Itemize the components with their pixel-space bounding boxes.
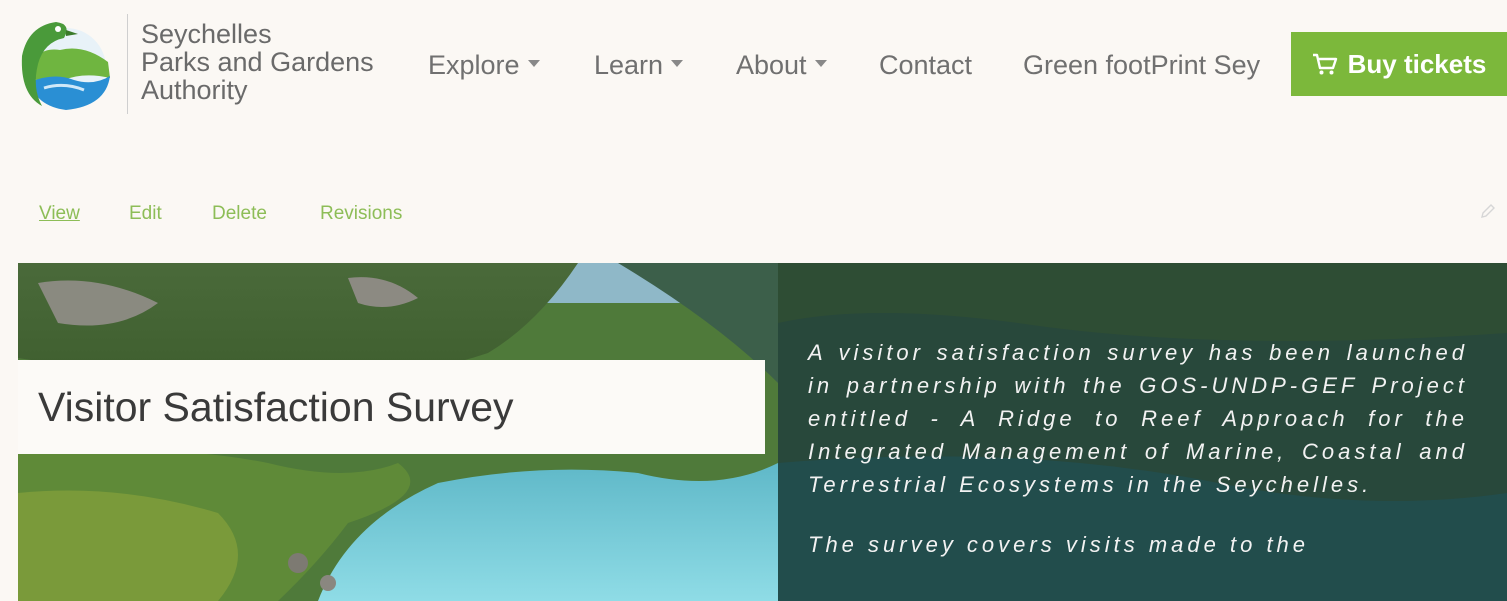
nav-about[interactable]: About bbox=[736, 47, 827, 83]
logo-divider bbox=[127, 14, 128, 114]
tab-view[interactable]: View bbox=[39, 203, 80, 225]
intro-paragraph-2: The survey covers visits made to the bbox=[808, 532, 1310, 557]
buy-tickets-label: Buy tickets bbox=[1347, 48, 1487, 79]
buy-tickets-button[interactable]: Buy tickets bbox=[1291, 32, 1507, 96]
brand-line-1: Seychelles bbox=[141, 19, 272, 49]
nav-contact[interactable]: Contact bbox=[879, 47, 972, 83]
nav-contact-label: Contact bbox=[879, 49, 973, 80]
nav-about-label: About bbox=[736, 49, 807, 80]
pencil-icon[interactable] bbox=[1479, 202, 1497, 220]
nav-explore[interactable]: Explore bbox=[428, 47, 540, 83]
site-logo[interactable] bbox=[14, 16, 116, 112]
nav-explore-label: Explore bbox=[428, 49, 520, 80]
tab-delete[interactable]: Delete bbox=[212, 203, 267, 225]
cart-icon bbox=[1312, 53, 1337, 75]
chevron-down-icon bbox=[671, 59, 684, 67]
page-title: Visitor Satisfaction Survey bbox=[38, 383, 514, 430]
nav-learn-label: Learn bbox=[594, 49, 664, 80]
brand-line-2: Parks and Gardens bbox=[141, 47, 374, 77]
nav-green-footprint-label: Green footPrint Sey bbox=[1023, 49, 1261, 80]
nav-green-footprint[interactable]: Green footPrint Sey bbox=[1023, 47, 1260, 83]
intro-paragraph-1: A visitor satisfaction survey has been l… bbox=[808, 340, 1468, 497]
tab-edit[interactable]: Edit bbox=[129, 203, 162, 225]
site-name[interactable]: Seychelles Parks and Gardens Authority bbox=[141, 20, 374, 104]
brand-line-3: Authority bbox=[141, 75, 248, 105]
chevron-down-icon bbox=[527, 59, 540, 67]
title-box: Visitor Satisfaction Survey bbox=[18, 360, 765, 454]
chevron-down-icon bbox=[814, 59, 827, 67]
tab-revisions[interactable]: Revisions bbox=[320, 203, 402, 225]
nav-learn[interactable]: Learn bbox=[594, 47, 684, 83]
intro-text: A visitor satisfaction survey has been l… bbox=[808, 336, 1468, 588]
